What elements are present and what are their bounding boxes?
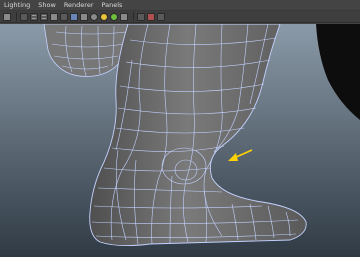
xray-icon[interactable] (120, 12, 128, 21)
snapshot-icon[interactable] (157, 12, 165, 21)
toolbar-separator (16, 12, 17, 21)
resolution-gate-icon[interactable] (147, 12, 155, 21)
panel-menu-bar: Lighting Show Renderer Panels (0, 0, 360, 11)
texture-icon[interactable] (70, 12, 78, 21)
wireframe-icon[interactable] (40, 12, 48, 21)
gear-icon[interactable] (90, 12, 98, 21)
menu-lighting[interactable]: Lighting (4, 0, 30, 11)
camera-icon[interactable] (3, 12, 11, 21)
toolbar-separator (133, 12, 134, 21)
light-icon[interactable] (110, 12, 118, 21)
lighting-icon[interactable] (80, 12, 88, 21)
smooth-shade-icon[interactable] (50, 12, 58, 21)
maya-viewport-window: Lighting Show Renderer Panels (0, 0, 360, 257)
bookmark-icon[interactable] (20, 12, 28, 21)
viewport-canvas[interactable] (0, 24, 360, 257)
3d-viewport[interactable] (0, 24, 360, 257)
menu-renderer[interactable]: Renderer (64, 0, 94, 11)
shadow-icon[interactable] (100, 12, 108, 21)
grid-view-icon[interactable] (30, 12, 38, 21)
menu-panels[interactable]: Panels (102, 0, 123, 11)
flat-shade-icon[interactable] (60, 12, 68, 21)
panel-toolbar (0, 11, 360, 23)
isolate-icon[interactable] (137, 12, 145, 21)
menu-show[interactable]: Show (38, 0, 56, 11)
